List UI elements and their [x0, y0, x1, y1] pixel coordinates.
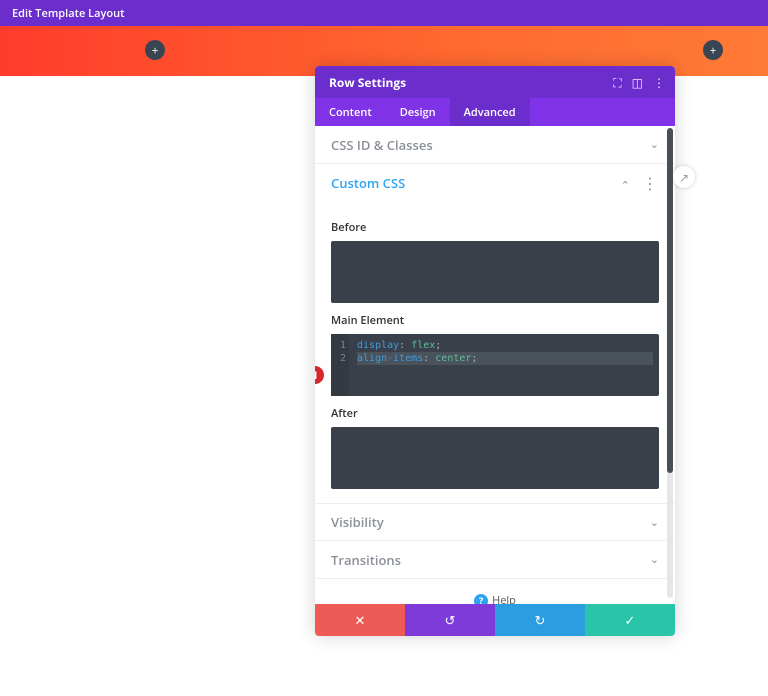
close-icon: ✕ — [355, 611, 366, 629]
accordion-transitions[interactable]: Transitions ⌄ — [315, 541, 675, 579]
accordion-visibility[interactable]: Visibility ⌄ — [315, 503, 675, 541]
accordion-right: ⌃ ⋮ — [621, 172, 659, 194]
tab-advanced[interactable]: Advanced — [450, 98, 530, 126]
save-button[interactable]: ✓ — [585, 604, 675, 636]
code-content: display: flex; align-items: center; — [357, 339, 653, 365]
accordion-title: Transitions — [331, 551, 401, 569]
marker-number: 1 — [315, 368, 318, 383]
chevron-down-icon: ⌄ — [650, 515, 659, 530]
redo-icon: ↻ — [535, 611, 546, 629]
after-label: After — [331, 406, 659, 421]
top-bar: Edit Template Layout — [0, 0, 768, 26]
chevron-down-icon: ⌄ — [650, 137, 659, 152]
accordion-title: Custom CSS — [331, 174, 405, 192]
cancel-button[interactable]: ✕ — [315, 604, 405, 636]
undo-icon: ↺ — [445, 611, 456, 629]
before-css-input[interactable] — [331, 241, 659, 303]
plus-icon: + — [710, 42, 717, 59]
accordion-css-id-classes[interactable]: CSS ID & Classes ⌄ — [315, 126, 675, 164]
plus-icon: + — [152, 42, 159, 59]
add-section-button-left[interactable]: + — [145, 40, 165, 60]
accordion-title: Visibility — [331, 513, 384, 531]
main-element-label: Main Element — [331, 313, 659, 328]
after-css-input[interactable] — [331, 427, 659, 489]
panel-body: 1 CSS ID & Classes ⌄ Custom CSS ⌃ ⋮ Befo… — [315, 126, 675, 604]
share-settings-icon[interactable]: ↗ — [673, 166, 695, 188]
code-line: display: flex; — [357, 339, 653, 352]
help-icon: ? — [474, 594, 488, 605]
more-icon[interactable]: ⋮ — [642, 172, 659, 194]
settings-tabs: Content Design Advanced — [315, 98, 675, 126]
line-no: 1 — [334, 339, 346, 352]
custom-css-section: Before Main Element 1 2 display: flex; a… — [315, 202, 675, 503]
before-label: Before — [331, 220, 659, 235]
accordion-title: CSS ID & Classes — [331, 136, 433, 154]
chevron-down-icon: ⌄ — [650, 552, 659, 567]
add-section-button-right[interactable]: + — [703, 40, 723, 60]
help-link[interactable]: ? Help — [315, 579, 675, 604]
check-icon: ✓ — [625, 611, 636, 629]
row-settings-panel: Row Settings ⛶ ◫ ⋮ Content Design Advanc… — [315, 66, 675, 636]
panel-header-actions: ⛶ ◫ ⋮ — [613, 74, 665, 91]
accordion-custom-css[interactable]: Custom CSS ⌃ ⋮ — [315, 164, 675, 202]
panel-action-bar: ✕ ↺ ↻ ✓ — [315, 604, 675, 636]
share-icon: ↗ — [679, 169, 689, 186]
line-no: 2 — [334, 352, 346, 365]
scrollbar-thumb[interactable] — [667, 128, 673, 473]
expand-icon[interactable]: ⛶ — [613, 74, 621, 91]
tab-content[interactable]: Content — [315, 98, 386, 126]
chevron-up-icon: ⌃ — [621, 178, 630, 193]
code-gutter: 1 2 — [331, 334, 349, 396]
main-element-css-input[interactable]: 1 2 display: flex; align-items: center; — [331, 334, 659, 396]
top-bar-title: Edit Template Layout — [12, 6, 124, 21]
undo-button[interactable]: ↺ — [405, 604, 495, 636]
column-icon[interactable]: ◫ — [632, 74, 643, 91]
help-label: Help — [492, 593, 516, 604]
tab-design[interactable]: Design — [386, 98, 450, 126]
more-icon[interactable]: ⋮ — [653, 74, 665, 91]
redo-button[interactable]: ↻ — [495, 604, 585, 636]
panel-header[interactable]: Row Settings ⛶ ◫ ⋮ — [315, 66, 675, 98]
code-line: align-items: center; — [357, 352, 653, 365]
panel-title: Row Settings — [329, 74, 406, 91]
